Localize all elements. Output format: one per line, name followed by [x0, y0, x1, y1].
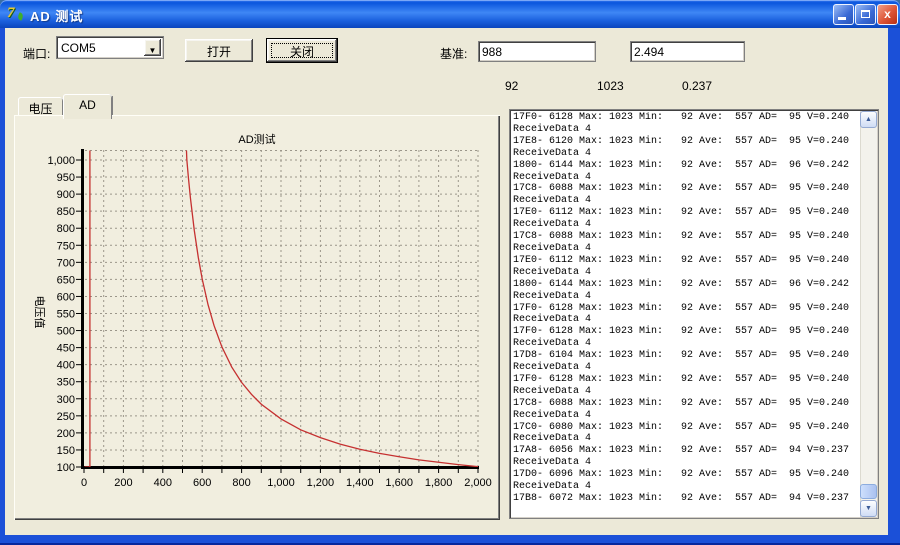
svg-text:200: 200: [57, 428, 75, 440]
svg-text:750: 750: [57, 240, 75, 252]
stat-value-2: 1023: [597, 79, 624, 93]
scroll-thumb[interactable]: [860, 484, 877, 499]
port-combobox[interactable]: COM5 ▼: [57, 37, 163, 58]
scroll-up-button[interactable]: ▲: [860, 111, 877, 128]
log-line: ReceiveData 4: [513, 338, 859, 350]
log-line: 17C0- 6080 Max: 1023 Min: 92 Ave: 557 AD…: [513, 422, 859, 434]
maximize-button[interactable]: [855, 4, 876, 25]
svg-text:250: 250: [57, 411, 75, 423]
open-port-button[interactable]: 打开: [185, 39, 253, 62]
log-line: ReceiveData 4: [513, 195, 859, 207]
svg-text:600: 600: [57, 291, 75, 303]
svg-text:1,400: 1,400: [346, 477, 374, 489]
log-line: ReceiveData 4: [513, 243, 859, 255]
reference-input-2[interactable]: [631, 42, 744, 61]
log-line: ReceiveData 4: [513, 410, 859, 422]
dropdown-arrow-icon: ▼: [149, 46, 157, 55]
svg-text:550: 550: [57, 309, 75, 321]
log-line: 17F0- 6128 Max: 1023 Min: 92 Ave: 557 AD…: [513, 326, 859, 338]
reference-input-1[interactable]: [479, 42, 595, 61]
svg-text:350: 350: [57, 377, 75, 389]
log-line: ReceiveData 4: [513, 457, 859, 469]
svg-text:1,200: 1,200: [307, 477, 335, 489]
svg-text:150: 150: [57, 445, 75, 457]
log-line: ReceiveData 4: [513, 172, 859, 184]
log-line: ReceiveData 4: [513, 267, 859, 279]
port-label: 端口:: [23, 45, 50, 62]
svg-text:850: 850: [57, 206, 75, 218]
svg-text:0: 0: [81, 477, 87, 489]
log-line: ReceiveData 4: [513, 219, 859, 231]
log-line: ReceiveData 4: [513, 362, 859, 374]
port-combobox-value: COM5: [61, 41, 96, 55]
svg-text:1,000: 1,000: [267, 477, 295, 489]
log-line: 17A8- 6056 Max: 1023 Min: 92 Ave: 557 AD…: [513, 445, 859, 457]
log-line: ReceiveData 4: [513, 124, 859, 136]
svg-text:1,800: 1,800: [425, 477, 453, 489]
svg-text:300: 300: [57, 394, 75, 406]
maximize-icon: [861, 10, 870, 18]
svg-text:200: 200: [114, 477, 132, 489]
svg-text:电压值: 电压值: [33, 296, 46, 329]
log-line: 17C8- 6088 Max: 1023 Min: 92 Ave: 557 AD…: [513, 398, 859, 410]
log-line: ReceiveData 4: [513, 148, 859, 160]
svg-text:500: 500: [57, 326, 75, 338]
port-combobox-dropdown-button[interactable]: ▼: [144, 39, 161, 56]
receive-log-box[interactable]: 17F0- 6128 Max: 1023 Min: 92 Ave: 557 AD…: [510, 110, 878, 518]
log-line: 17F0- 6128 Max: 1023 Min: 92 Ave: 557 AD…: [513, 303, 859, 315]
scroll-down-button[interactable]: ▼: [860, 500, 877, 517]
log-line: ReceiveData 4: [513, 291, 859, 303]
log-line: 17E0- 6112 Max: 1023 Min: 92 Ave: 557 AD…: [513, 255, 859, 267]
log-line: 1800- 6144 Max: 1023 Min: 92 Ave: 557 AD…: [513, 160, 859, 172]
log-line: ReceiveData 4: [513, 481, 859, 493]
receive-log-text: 17F0- 6128 Max: 1023 Min: 92 Ave: 557 AD…: [513, 112, 859, 516]
svg-text:900: 900: [57, 189, 75, 201]
log-line: 17C8- 6088 Max: 1023 Min: 92 Ave: 557 AD…: [513, 183, 859, 195]
stat-value-1: 92: [505, 79, 518, 93]
svg-text:100: 100: [57, 462, 75, 474]
svg-text:1,000: 1,000: [47, 155, 75, 167]
svg-text:450: 450: [57, 343, 75, 355]
log-line: 17C8- 6088 Max: 1023 Min: 92 Ave: 557 AD…: [513, 231, 859, 243]
close-button[interactable]: x: [877, 4, 898, 25]
tab-strip-separator: [112, 96, 113, 115]
log-line: 17D8- 6104 Max: 1023 Min: 92 Ave: 557 AD…: [513, 350, 859, 362]
svg-text:800: 800: [57, 223, 75, 235]
minimize-button[interactable]: [833, 4, 854, 25]
window-border-bottom: [0, 535, 900, 545]
log-line: 17F0- 6128 Max: 1023 Min: 92 Ave: 557 AD…: [513, 374, 859, 386]
log-line: 17D0- 6096 Max: 1023 Min: 92 Ave: 557 AD…: [513, 469, 859, 481]
log-line: ReceiveData 4: [513, 386, 859, 398]
close-icon: x: [884, 7, 891, 21]
svg-text:400: 400: [57, 360, 75, 372]
app-window: 7 AD 测试 x 端口: COM5 ▼ 打开 关闭 基准: 92: [0, 0, 900, 543]
tab-ad[interactable]: AD: [63, 94, 112, 119]
app-icon[interactable]: 7: [7, 5, 25, 23]
window-border-right: [888, 28, 900, 535]
svg-text:2,000: 2,000: [464, 477, 492, 489]
log-line: 1800- 6144 Max: 1023 Min: 92 Ave: 557 AD…: [513, 279, 859, 291]
log-line: 17B8- 6072 Max: 1023 Min: 92 Ave: 557 AD…: [513, 493, 859, 505]
log-line: 17E0- 6112 Max: 1023 Min: 92 Ave: 557 AD…: [513, 207, 859, 219]
svg-text:600: 600: [193, 477, 211, 489]
log-line: 17E8- 6120 Max: 1023 Min: 92 Ave: 557 AD…: [513, 136, 859, 148]
window-title: AD 测试: [30, 6, 83, 25]
stat-value-3: 0.237: [682, 79, 712, 93]
svg-text:1,600: 1,600: [385, 477, 413, 489]
log-line: ReceiveData 4: [513, 314, 859, 326]
log-scrollbar[interactable]: ▲ ▼: [860, 111, 877, 517]
svg-text:650: 650: [57, 274, 75, 286]
ad-chart: 100 150 200 250 300 350 400 450 500 550 600 650 700 7…: [16, 117, 498, 518]
title-bar[interactable]: 7 AD 测试 x: [0, 0, 900, 28]
log-line: 17F0- 6128 Max: 1023 Min: 92 Ave: 557 AD…: [513, 112, 859, 124]
svg-text:950: 950: [57, 172, 75, 184]
svg-text:AD测试: AD测试: [238, 133, 275, 146]
log-line: ReceiveData 4: [513, 433, 859, 445]
svg-text:700: 700: [57, 257, 75, 269]
close-port-button[interactable]: 关闭: [267, 39, 337, 62]
svg-text:400: 400: [154, 477, 172, 489]
svg-text:800: 800: [232, 477, 250, 489]
minimize-icon: [838, 17, 846, 20]
reference-label: 基准:: [440, 45, 467, 62]
